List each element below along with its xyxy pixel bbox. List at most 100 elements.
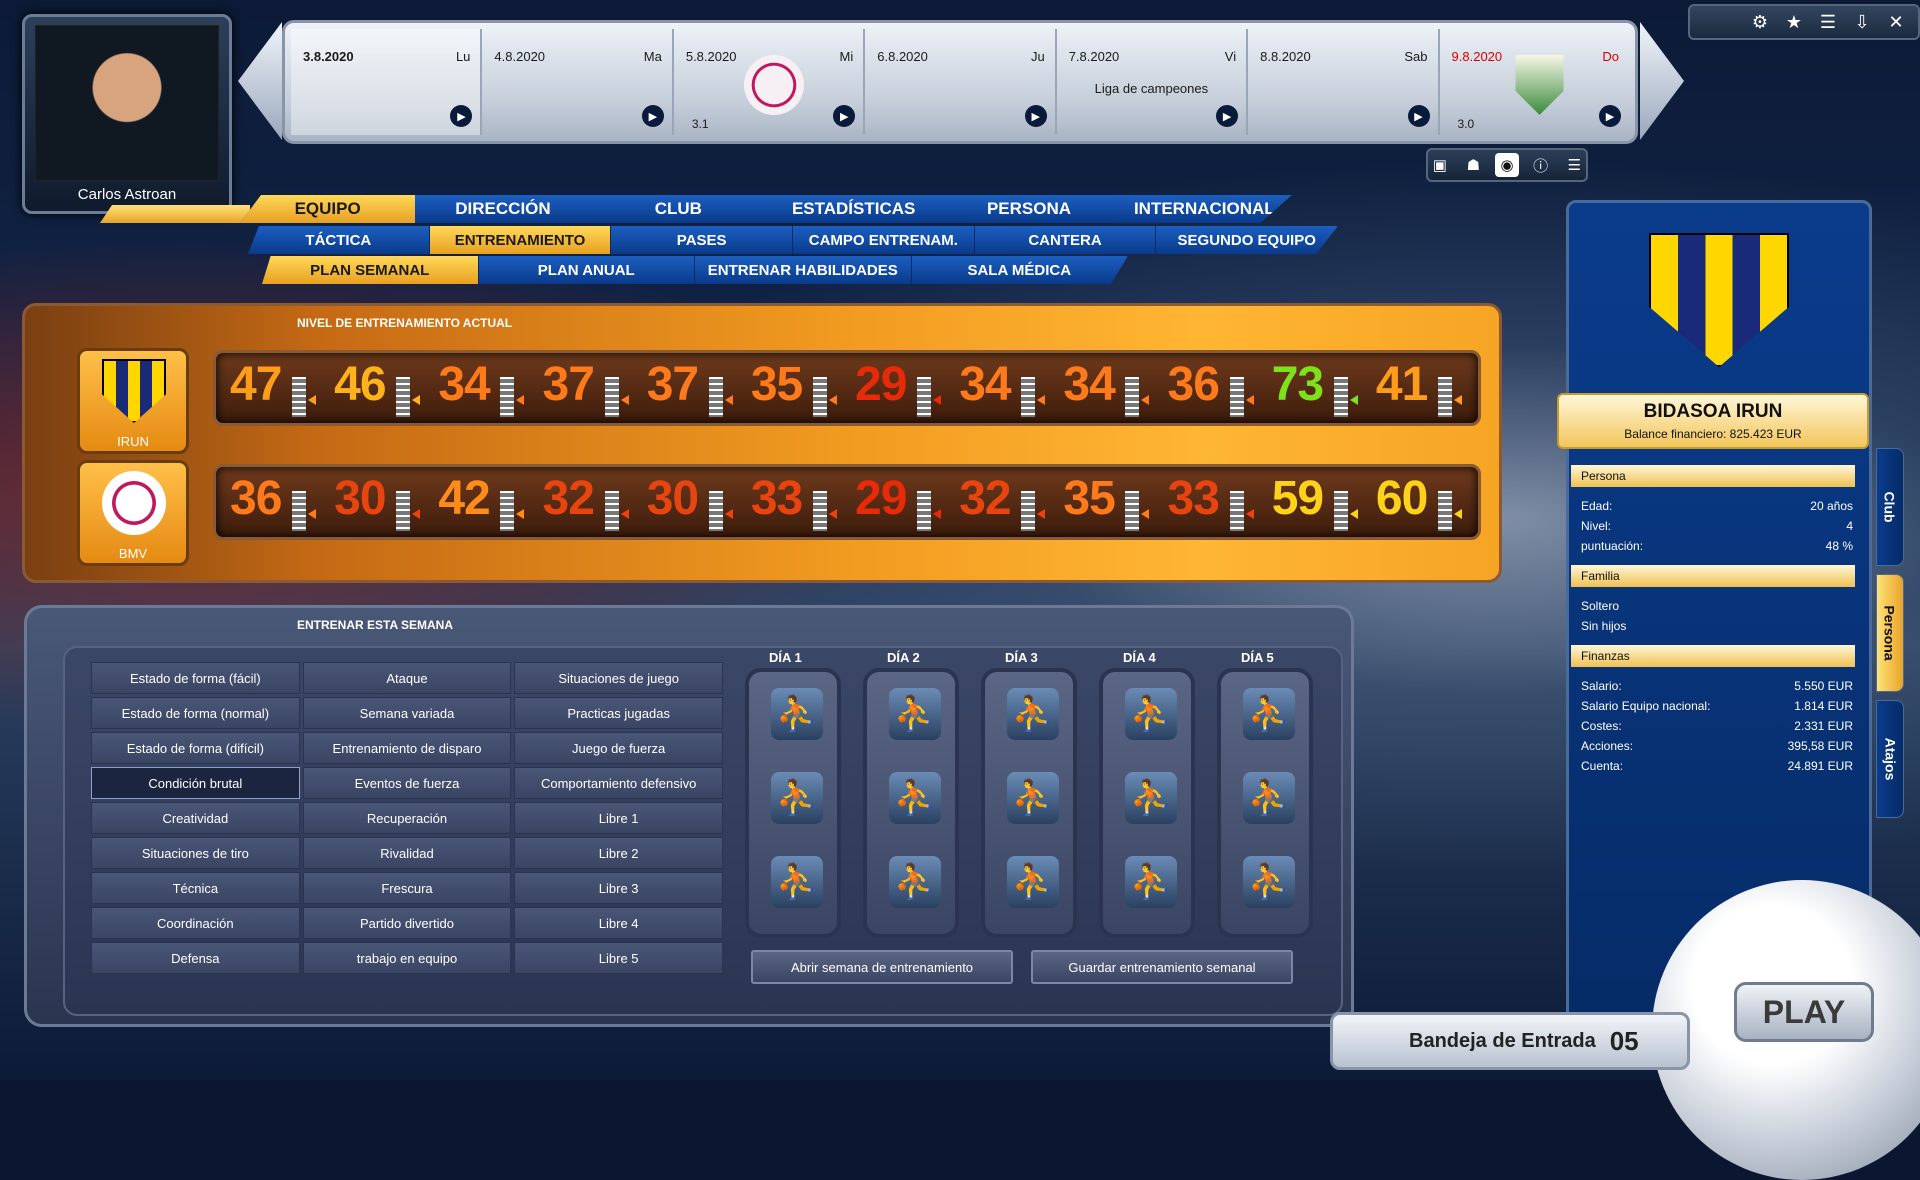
training-option[interactable]: Técnica bbox=[91, 872, 300, 904]
training-option[interactable]: Comportamiento defensivo bbox=[514, 767, 723, 799]
play-circle-icon[interactable]: ▶ bbox=[450, 105, 473, 127]
training-slot-icon[interactable]: ⛹ bbox=[1243, 772, 1295, 824]
calendar-day[interactable]: 3.8.2020 Lu ▶ bbox=[291, 29, 483, 135]
training-option[interactable]: Libre 2 bbox=[514, 837, 723, 869]
play-circle-icon[interactable]: ▶ bbox=[1407, 105, 1430, 127]
training-option[interactable]: Condición brutal bbox=[91, 767, 300, 799]
side-tab-persona[interactable]: Persona bbox=[1876, 574, 1904, 692]
training-slot-icon[interactable]: ⛹ bbox=[1243, 688, 1295, 740]
training-option[interactable]: Estado de forma (normal) bbox=[91, 697, 300, 729]
training-slot-icon[interactable]: ⛹ bbox=[1007, 856, 1059, 908]
side-tab-atajos[interactable]: Atajos bbox=[1876, 700, 1904, 818]
save-icon[interactable]: ▣ bbox=[1428, 153, 1452, 177]
tab-estadisticas[interactable]: ESTADÍSTICAS bbox=[766, 195, 941, 223]
club-header: BIDASOA IRUN Balance financiero: 825.423… bbox=[1557, 393, 1869, 449]
training-option[interactable]: Partido divertido bbox=[302, 907, 512, 939]
calendar-day[interactable]: 7.8.2020 Vi Liga de campeones ▶ bbox=[1057, 29, 1249, 135]
training-option[interactable]: Juego de fuerza bbox=[514, 732, 723, 764]
player-portrait[interactable]: Carlos Astroan bbox=[22, 14, 232, 214]
play-button[interactable]: PLAY bbox=[1734, 982, 1874, 1042]
stat-cell: 33 bbox=[743, 467, 847, 537]
training-option[interactable]: Frescura bbox=[302, 872, 512, 904]
tab-plan-anual[interactable]: PLAN ANUAL bbox=[479, 256, 695, 284]
training-option[interactable]: Rivalidad bbox=[302, 837, 512, 869]
training-option[interactable]: Practicas jugadas bbox=[514, 697, 723, 729]
training-option[interactable]: Semana variada bbox=[302, 697, 512, 729]
info-icon[interactable]: ⓘ bbox=[1529, 153, 1553, 177]
tab-persona[interactable]: PERSONA bbox=[941, 195, 1116, 223]
training-option[interactable]: Libre 5 bbox=[514, 942, 723, 974]
tab-pases[interactable]: PASES bbox=[611, 226, 794, 254]
training-option[interactable]: Estado de forma (difícil) bbox=[91, 732, 300, 764]
training-slot-icon[interactable]: ⛹ bbox=[1007, 772, 1059, 824]
calendar-day[interactable]: 6.8.2020 Ju ▶ bbox=[865, 29, 1057, 135]
stat-bar bbox=[708, 377, 723, 417]
calendar-day[interactable]: 9.8.2020 Do 3.0 ▶ bbox=[1440, 29, 1629, 135]
tab-campo-entrenam[interactable]: CAMPO ENTRENAM. bbox=[793, 226, 975, 254]
team-logo-irun: IRUN bbox=[77, 348, 189, 454]
inbox-icon[interactable]: ⇩ bbox=[1848, 9, 1876, 35]
stat-cell: 35 bbox=[743, 353, 847, 423]
training-option[interactable]: Estado de forma (fácil) bbox=[91, 662, 300, 694]
training-option[interactable]: Situaciones de tiro bbox=[91, 837, 300, 869]
tab-sala-medica[interactable]: SALA MÉDICA bbox=[912, 256, 1128, 284]
player-name: Carlos Astroan bbox=[77, 186, 177, 203]
tab-plan-semanal[interactable]: PLAN SEMANAL bbox=[262, 256, 479, 284]
play-circle-icon[interactable]: ▶ bbox=[833, 105, 856, 127]
play-circle-icon[interactable]: ▶ bbox=[1216, 105, 1239, 127]
calendar-date: 7.8.2020 bbox=[1068, 49, 1120, 64]
training-slot-icon[interactable]: ⛹ bbox=[889, 772, 941, 824]
training-option[interactable]: Libre 1 bbox=[514, 802, 723, 834]
training-slot-icon[interactable]: ⛹ bbox=[889, 688, 941, 740]
training-slot-icon[interactable]: ⛹ bbox=[1125, 856, 1177, 908]
training-option[interactable]: Coordinación bbox=[91, 907, 300, 939]
training-option[interactable]: Situaciones de juego bbox=[514, 662, 723, 694]
tab-tactica[interactable]: TÁCTICA bbox=[248, 226, 430, 254]
calendar-date: 4.8.2020 bbox=[494, 49, 546, 64]
handball-icon[interactable]: ◉ bbox=[1495, 153, 1519, 177]
training-option[interactable]: Entrenamiento de disparo bbox=[302, 732, 512, 764]
stat-cell: 34 bbox=[1055, 353, 1159, 423]
training-slot-icon[interactable]: ⛹ bbox=[1243, 856, 1295, 908]
list-icon[interactable]: ☰ bbox=[1814, 9, 1842, 35]
tab-entrenar-habilidades[interactable]: ENTRENAR HABILIDADES bbox=[695, 256, 912, 284]
play-circle-icon[interactable]: ▶ bbox=[641, 105, 664, 127]
calendar-day[interactable]: 5.8.2020 Mi 3.1 ▶ bbox=[674, 29, 866, 135]
tab-segundo-equipo[interactable]: SEGUNDO EQUIPO bbox=[1156, 226, 1338, 254]
training-option[interactable]: Recuperación bbox=[302, 802, 512, 834]
play-circle-icon[interactable]: ▶ bbox=[1024, 105, 1047, 127]
training-option[interactable]: Creatividad bbox=[91, 802, 300, 834]
training-option[interactable]: Libre 4 bbox=[514, 907, 723, 939]
tab-cantera[interactable]: CANTERA bbox=[975, 226, 1157, 254]
tab-entrenamiento[interactable]: ENTRENAMIENTO bbox=[429, 226, 612, 254]
trend-arrow-icon bbox=[308, 509, 316, 519]
list-icon[interactable]: ☰ bbox=[1562, 153, 1586, 177]
calendar-day[interactable]: 8.8.2020 Sab ▶ bbox=[1248, 29, 1440, 135]
training-slot-icon[interactable]: ⛹ bbox=[1125, 688, 1177, 740]
training-option[interactable]: Ataque bbox=[302, 662, 512, 694]
training-slot-icon[interactable]: ⛹ bbox=[771, 772, 823, 824]
training-option[interactable]: Defensa bbox=[91, 942, 300, 974]
tab-equipo[interactable]: EQUIPO bbox=[240, 195, 416, 223]
star-icon[interactable]: ★ bbox=[1780, 9, 1808, 35]
training-slot-icon[interactable]: ⛹ bbox=[1125, 772, 1177, 824]
save-week-button[interactable]: Guardar entrenamiento semanal bbox=[1031, 950, 1293, 984]
training-slot-icon[interactable]: ⛹ bbox=[1007, 688, 1059, 740]
stat-cell: 73 bbox=[1264, 353, 1368, 423]
close-icon[interactable]: ✕ bbox=[1882, 9, 1910, 35]
tab-club[interactable]: CLUB bbox=[591, 195, 766, 223]
calendar-day[interactable]: 4.8.2020 Ma ▶ bbox=[482, 29, 674, 135]
training-option[interactable]: Libre 3 bbox=[514, 872, 723, 904]
people-icon[interactable]: ☗ bbox=[1462, 153, 1486, 177]
side-tab-club[interactable]: Club bbox=[1876, 448, 1904, 566]
training-slot-icon[interactable]: ⛹ bbox=[771, 856, 823, 908]
inbox-button[interactable]: Bandeja de Entrada 05 bbox=[1330, 1012, 1690, 1070]
play-circle-icon[interactable]: ▶ bbox=[1598, 105, 1621, 127]
open-week-button[interactable]: Abrir semana de entrenamiento bbox=[751, 950, 1013, 984]
tab-direccion[interactable]: DIRECCIÓN bbox=[415, 195, 590, 223]
training-option[interactable]: Eventos de fuerza bbox=[302, 767, 512, 799]
training-slot-icon[interactable]: ⛹ bbox=[771, 688, 823, 740]
training-slot-icon[interactable]: ⛹ bbox=[889, 856, 941, 908]
training-option[interactable]: trabajo en equipo bbox=[302, 942, 512, 974]
gear-icon[interactable]: ⚙ bbox=[1746, 9, 1774, 35]
